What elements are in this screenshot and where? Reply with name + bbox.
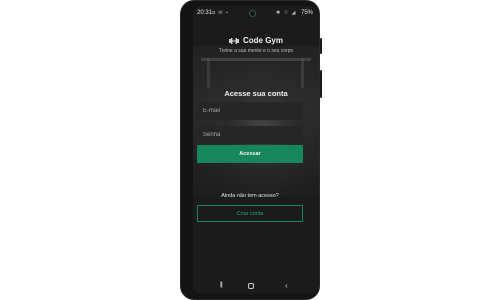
- status-bar: 20:31 ◘ ✉ ▪ ✱ ⌔ ◢ 75%: [193, 6, 319, 20]
- password-input[interactable]: [197, 126, 303, 144]
- brand-header: Code Gym Treine a sua mente e o seu corp…: [193, 36, 319, 54]
- background-post-left: [207, 58, 210, 88]
- battery-level: 75%: [301, 10, 314, 16]
- back-icon[interactable]: ‹: [285, 281, 288, 290]
- power-button: [320, 70, 322, 98]
- signup-prompt: Ainda não tem acesso?: [221, 193, 279, 199]
- status-time: 20:31: [197, 10, 213, 16]
- navigation-bar: ||| ‹: [193, 281, 319, 294]
- background-pullup-bar: [201, 58, 311, 61]
- notification-icons: ◘ ✉ ▪: [212, 10, 229, 16]
- create-account-button[interactable]: Criar conta: [197, 205, 303, 222]
- home-icon[interactable]: [248, 283, 254, 289]
- phone-screen: 20:31 ◘ ✉ ▪ ✱ ⌔ ◢ 75% Code Gym Treine a …: [193, 6, 319, 294]
- background-post-right: [301, 58, 304, 88]
- app-tagline: Treine a sua mente e o seu corpo: [218, 48, 294, 54]
- front-camera-icon: [249, 10, 256, 17]
- connectivity-icons: ✱ ⌔ ◢: [276, 10, 297, 16]
- login-title: Acesse sua conta: [224, 89, 288, 98]
- volume-button: [320, 38, 322, 54]
- login-button[interactable]: Acessar: [197, 145, 303, 163]
- app-name: Code Gym: [242, 36, 283, 45]
- recents-icon[interactable]: |||: [220, 282, 223, 288]
- dumbbell-logo-icon: [228, 37, 239, 44]
- email-input[interactable]: [197, 102, 303, 120]
